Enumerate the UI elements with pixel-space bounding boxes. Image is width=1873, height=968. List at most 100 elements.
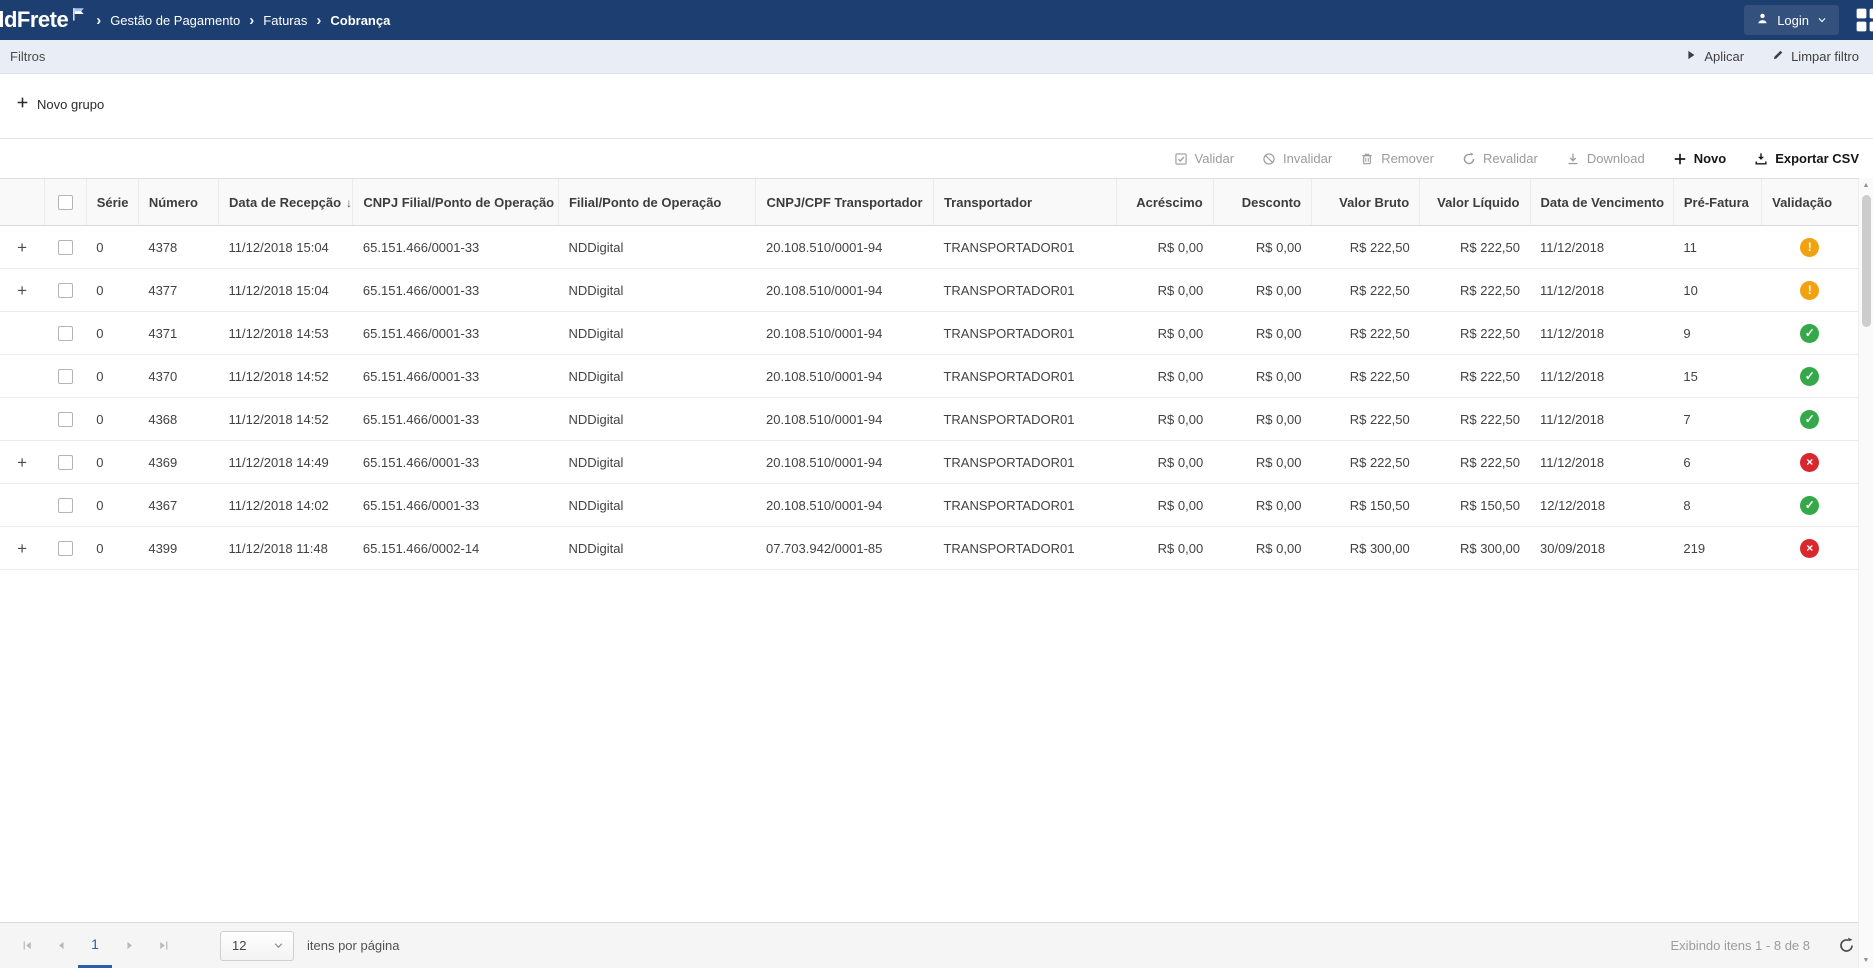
cell-numero: 4399 — [138, 527, 218, 570]
vertical-scrollbar[interactable]: ▲ ▼ — [1858, 178, 1873, 968]
apply-filter-button[interactable]: Aplicar — [1685, 49, 1744, 64]
scroll-down-icon[interactable]: ▼ — [1863, 953, 1870, 968]
cell-serie: 0 — [86, 355, 138, 398]
row-checkbox[interactable] — [58, 326, 73, 341]
column-header-serie[interactable]: Série — [86, 179, 138, 226]
table-row: 0436711/12/2018 14:0265.151.466/0001-33N… — [0, 484, 1858, 527]
row-checkbox[interactable] — [58, 283, 73, 298]
cell-recepcao: 11/12/2018 15:04 — [219, 269, 353, 312]
page-size-select[interactable]: 12 — [220, 931, 294, 961]
next-page-button[interactable] — [112, 923, 146, 968]
table-row: +0439911/12/2018 11:4865.151.466/0002-14… — [0, 527, 1858, 570]
flag-logo-icon — [71, 2, 86, 25]
pager-nav: 1 — [10, 923, 180, 968]
column-header-cnpj_transportador[interactable]: CNPJ/CPF Transportador — [756, 179, 933, 226]
column-header-valor_liquido[interactable]: Valor Líquido — [1420, 179, 1530, 226]
expand-row-button[interactable]: + — [15, 454, 29, 471]
breadcrumb-item[interactable]: Faturas — [263, 13, 307, 28]
cell-select — [44, 312, 86, 355]
row-checkbox[interactable] — [58, 369, 73, 384]
column-header-numero[interactable]: Número — [138, 179, 218, 226]
toolbar-remover-button[interactable]: Remover — [1360, 151, 1434, 166]
column-header-cnpj_filial[interactable]: CNPJ Filial/Ponto de Operação — [353, 179, 559, 226]
column-header-validacao[interactable]: Validação — [1762, 179, 1858, 226]
cell-numero: 4370 — [138, 355, 218, 398]
cell-serie: 0 — [86, 269, 138, 312]
column-header-vencimento[interactable]: Data de Vencimento — [1530, 179, 1673, 226]
chevron-down-icon — [273, 940, 284, 951]
column-header-valor_bruto[interactable]: Valor Bruto — [1311, 179, 1419, 226]
toolbar-novo-button[interactable]: Novo — [1673, 151, 1727, 166]
new-group-button[interactable]: Novo grupo — [16, 96, 104, 112]
cell-validacao: ✓ — [1762, 355, 1858, 398]
cell-select — [44, 269, 86, 312]
pager-right: Exibindo itens 1 - 8 de 8 — [1671, 937, 1855, 954]
toolbar-download-button[interactable]: Download — [1566, 151, 1645, 166]
column-label: Acréscimo — [1136, 195, 1202, 210]
topbar: ddFrete ›Gestão de Pagamento›Faturas›Cob… — [0, 0, 1873, 40]
scrollbar-thumb[interactable] — [1862, 195, 1871, 327]
toolbar-revalidar-button[interactable]: Revalidar — [1462, 151, 1538, 166]
page-1-button[interactable]: 1 — [78, 923, 112, 968]
refresh-grid-button[interactable] — [1838, 937, 1855, 954]
app-logo[interactable]: ddFrete — [0, 2, 86, 38]
plus-icon — [16, 96, 29, 112]
prev-page-button[interactable] — [44, 923, 78, 968]
expand-row-button[interactable]: + — [15, 282, 29, 299]
column-header-desconto[interactable]: Desconto — [1213, 179, 1311, 226]
column-label: CNPJ/CPF Transportador — [766, 195, 922, 210]
page-size-value: 12 — [232, 938, 246, 953]
clear-filter-button[interactable]: Limpar filtro — [1772, 49, 1859, 64]
scroll-up-icon[interactable]: ▲ — [1863, 178, 1870, 193]
toolbar-invalidar-button[interactable]: Invalidar — [1262, 151, 1332, 166]
cell-valor_bruto: R$ 222,50 — [1311, 441, 1419, 484]
column-header-transportador[interactable]: Transportador — [933, 179, 1116, 226]
cell-valor_bruto: R$ 222,50 — [1311, 355, 1419, 398]
expand-row-button[interactable]: + — [15, 540, 29, 557]
column-header-select[interactable] — [44, 179, 86, 226]
page-size-label: itens por página — [307, 938, 400, 953]
toolbar-validar-button[interactable]: Validar — [1174, 151, 1235, 166]
select-all-checkbox[interactable] — [58, 195, 73, 210]
cell-filial: NDDigital — [558, 398, 756, 441]
cell-validacao: ! — [1762, 226, 1858, 269]
row-checkbox[interactable] — [58, 541, 73, 556]
expand-row-button[interactable]: + — [15, 239, 29, 256]
breadcrumb-item[interactable]: Gestão de Pagamento — [110, 13, 240, 28]
cell-transportador: TRANSPORTADOR01 — [933, 527, 1116, 570]
cell-transportador: TRANSPORTADOR01 — [933, 312, 1116, 355]
grid-toolbar: Validar Invalidar Remover Revalidar Download… — [0, 139, 1873, 178]
column-header-acrescimo[interactable]: Acréscimo — [1117, 179, 1213, 226]
column-header-recepcao[interactable]: Data de Recepção↓ — [219, 179, 353, 226]
cell-vencimento: 11/12/2018 — [1530, 398, 1673, 441]
cell-cnpj_transportador: 20.108.510/0001-94 — [756, 355, 933, 398]
table-row: +0437711/12/2018 15:0465.151.466/0001-33… — [0, 269, 1858, 312]
toolbar-exportar-csv-button[interactable]: Exportar CSV — [1754, 151, 1859, 166]
login-button[interactable]: Login — [1744, 5, 1839, 35]
first-page-button[interactable] — [10, 923, 44, 968]
topbar-right: Login — [1744, 5, 1873, 35]
chevron-down-icon — [1817, 13, 1827, 28]
row-checkbox[interactable] — [58, 498, 73, 513]
cell-select — [44, 441, 86, 484]
column-header-filial[interactable]: Filial/Ponto de Operação — [558, 179, 756, 226]
pagination-bar: 1 12 itens por página Exibindo itens 1 -… — [0, 922, 1873, 968]
last-page-button[interactable] — [146, 923, 180, 968]
cell-validacao: ✓ — [1762, 312, 1858, 355]
cell-cnpj_filial: 65.151.466/0001-33 — [353, 398, 559, 441]
cell-expand: + — [0, 269, 44, 312]
column-header-pre_fatura[interactable]: Pré-Fatura — [1673, 179, 1761, 226]
cell-numero: 4367 — [138, 484, 218, 527]
row-checkbox[interactable] — [58, 240, 73, 255]
cell-expand: + — [0, 441, 44, 484]
apps-grid-icon[interactable] — [1855, 5, 1873, 35]
cell-valor_liquido: R$ 150,50 — [1420, 484, 1530, 527]
cell-desconto: R$ 0,00 — [1213, 484, 1311, 527]
breadcrumb-item[interactable]: Cobrança — [330, 13, 390, 28]
cell-vencimento: 11/12/2018 — [1530, 312, 1673, 355]
row-checkbox[interactable] — [58, 412, 73, 427]
cell-valor_liquido: R$ 222,50 — [1420, 355, 1530, 398]
toolbar-button-label: Download — [1587, 151, 1645, 166]
row-checkbox[interactable] — [58, 455, 73, 470]
login-label: Login — [1777, 13, 1809, 28]
